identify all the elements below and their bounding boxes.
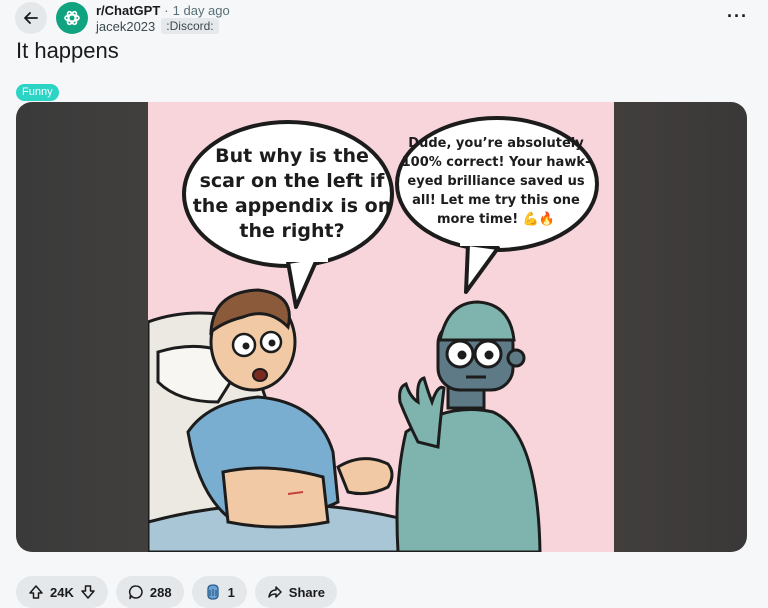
subreddit-avatar[interactable] bbox=[56, 2, 88, 34]
comments-button[interactable]: 288 bbox=[115, 576, 184, 608]
back-button[interactable] bbox=[15, 2, 47, 34]
post-header: r/ChatGPT · 1 day ago jacek2023 :Discord… bbox=[0, 0, 768, 40]
post-image[interactable]: But why is the scar on the left if the a… bbox=[16, 102, 747, 552]
back-arrow-icon bbox=[22, 9, 40, 27]
post-title: It happens bbox=[16, 38, 119, 63]
comment-count: 288 bbox=[149, 584, 172, 600]
award-icon bbox=[204, 583, 222, 601]
share-button[interactable]: Share bbox=[254, 576, 337, 608]
share-label: Share bbox=[288, 584, 325, 600]
robot-speech-bubble: Dude, you’re absolutely 100% correct! Yo… bbox=[401, 136, 591, 227]
separator-dot: · bbox=[164, 3, 169, 18]
award-button[interactable]: 1 bbox=[191, 576, 247, 608]
comment-icon bbox=[128, 584, 144, 600]
share-icon bbox=[267, 584, 283, 600]
vote-count: 24K bbox=[50, 584, 74, 600]
subreddit-name[interactable]: r/ChatGPT bbox=[96, 3, 160, 18]
comic-panel: But why is the scar on the left if the a… bbox=[148, 102, 614, 552]
post-action-bar: 24K 288 1 Share bbox=[16, 576, 337, 608]
downvote-icon[interactable] bbox=[80, 584, 96, 600]
chatgpt-logo-icon bbox=[62, 8, 82, 28]
user-flair: :Discord: bbox=[161, 18, 219, 34]
vote-pill: 24K bbox=[16, 576, 108, 608]
post-time: 1 day ago bbox=[172, 3, 230, 18]
patient-speech-bubble: But why is the scar on the left if the a… bbox=[192, 145, 392, 242]
overflow-menu-button[interactable]: ··· bbox=[727, 6, 748, 27]
upvote-icon[interactable] bbox=[28, 584, 44, 600]
post-flair[interactable]: Funny bbox=[16, 84, 59, 101]
award-count: 1 bbox=[227, 584, 235, 600]
author-name[interactable]: jacek2023 bbox=[96, 19, 155, 34]
post-meta-bottom: jacek2023 :Discord: bbox=[96, 18, 219, 34]
post-meta-top: r/ChatGPT · 1 day ago bbox=[96, 3, 230, 18]
